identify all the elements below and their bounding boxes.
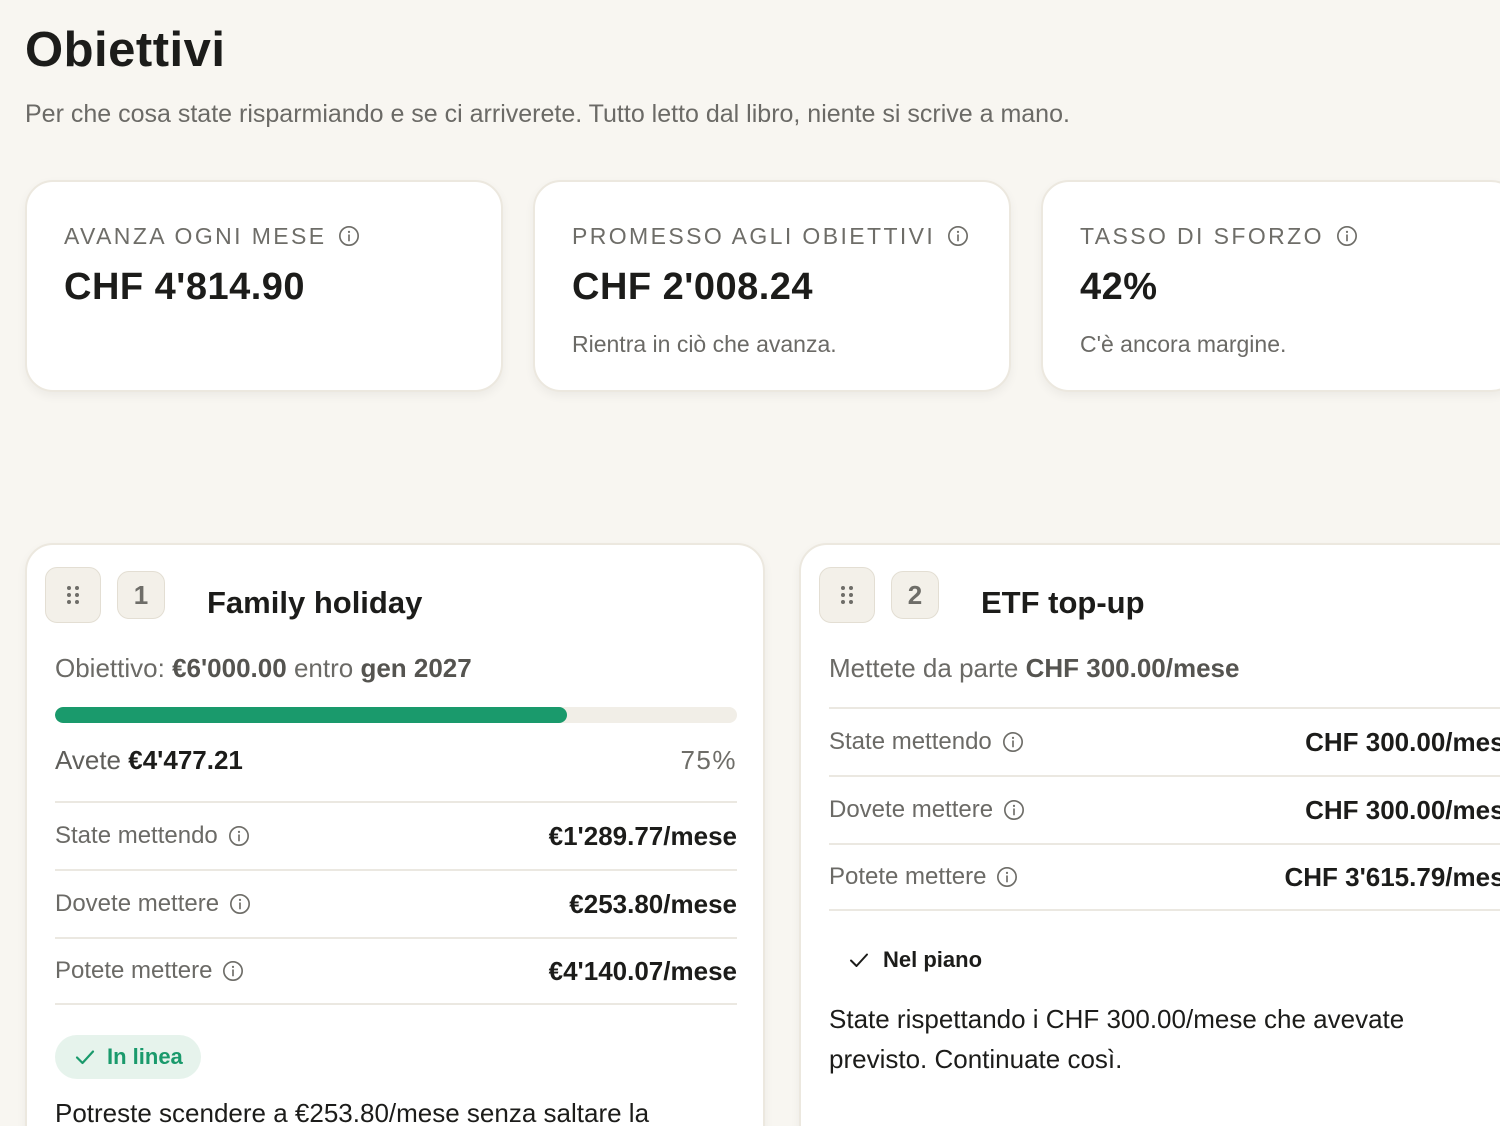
stat-card-effort-rate: TASSO DI SFORZO 42% C'è ancora margine. — [1041, 180, 1500, 392]
goal-message-line: State rispettando i CHF 300.00/mese che … — [829, 1004, 1405, 1034]
goal-name: ETF top-up — [981, 585, 1145, 620]
metric-label: State mettendo — [55, 822, 250, 850]
status-badge: Nel piano — [847, 947, 982, 973]
target-date: gen 2027 — [360, 653, 472, 683]
goal-progress-fill — [55, 707, 567, 723]
metric-row: Potete mettere €4'140.07/mese — [55, 937, 737, 1005]
stat-note: C'è ancora margine. — [1080, 331, 1287, 357]
goals-page: Obiettivi Per che cosa state risparmiand… — [0, 0, 1500, 1126]
info-icon[interactable] — [1003, 799, 1025, 821]
stat-card-committed: PROMESSO AGLI OBIETTIVI CHF 2'008.24 Rie… — [533, 180, 1011, 392]
info-icon[interactable] — [1002, 731, 1024, 753]
goal-target-line: Mettete da parte CHF 300.00/mese — [829, 653, 1239, 684]
check-icon — [850, 953, 868, 967]
info-icon[interactable] — [996, 866, 1018, 888]
goal-message: State rispettando i CHF 300.00/mese che … — [829, 999, 1404, 1079]
metric-label-text: Potete mettere — [55, 957, 213, 984]
goal-message: Potreste scendere a €253.80/mese senza s… — [55, 1098, 650, 1126]
status-badge: In linea — [55, 1035, 201, 1079]
metric-row: Dovete mettere CHF 300.00/mese — [829, 775, 1500, 843]
metric-row: Potete mettere CHF 3'615.79/mese — [829, 843, 1500, 911]
metric-value: €1'289.77/mese — [548, 820, 737, 851]
stat-value: 42% — [1080, 266, 1158, 308]
goal-metrics: State mettendo CHF 300.00/mese Dovete me… — [829, 707, 1500, 911]
stat-label: PROMESSO AGLI OBIETTIVI — [572, 220, 1009, 252]
metric-row: Dovete mettere €253.80/mese — [55, 869, 737, 937]
goal-metrics: State mettendo €1'289.77/mese Dovete met… — [55, 801, 737, 1005]
drag-handle[interactable] — [819, 567, 875, 623]
goal-card-family-holiday: 1 Family holiday Obiettivo: €6'000.00 en… — [25, 543, 765, 1126]
drag-handle[interactable] — [45, 567, 101, 623]
metric-label-text: State mettendo — [829, 728, 992, 755]
metric-label: Dovete mettere — [55, 890, 251, 918]
drag-handle-icon — [841, 586, 853, 604]
goal-have-row: Avete €4'477.21 75% — [55, 745, 737, 776]
info-icon[interactable] — [228, 825, 250, 847]
metric-label: State mettendo — [829, 728, 1024, 756]
stat-value: CHF 4'814.90 — [64, 266, 306, 308]
stat-label-text: PROMESSO AGLI OBIETTIVI — [572, 222, 936, 249]
stat-label: AVANZA OGNI MESE — [64, 220, 501, 252]
info-icon[interactable] — [1336, 225, 1358, 247]
page-subtitle: Per che cosa state risparmiando e se ci … — [25, 100, 1070, 128]
metric-value: CHF 3'615.79/mese — [1284, 861, 1500, 892]
target-mid: entro — [293, 653, 354, 683]
goal-number-badge: 1 — [117, 571, 165, 619]
metric-value: CHF 300.00/mese — [1305, 794, 1500, 825]
have-text: Avete €4'477.21 — [55, 745, 243, 776]
metric-row: State mettendo €1'289.77/mese — [55, 801, 737, 869]
metric-label: Dovete mettere — [829, 796, 1025, 824]
info-icon[interactable] — [222, 960, 244, 982]
info-icon[interactable] — [229, 893, 251, 915]
page-title: Obiettivi — [25, 23, 226, 77]
metric-value: €4'140.07/mese — [548, 955, 737, 986]
status-text: Nel piano — [883, 947, 983, 972]
target-prefix: Mettete da parte — [829, 653, 1019, 683]
metric-label-text: Dovete mettere — [829, 796, 994, 823]
goal-number-badge: 2 — [891, 571, 939, 619]
metric-row: State mettendo CHF 300.00/mese — [829, 707, 1500, 775]
stat-label: TASSO DI SFORZO — [1080, 220, 1500, 252]
stat-note: Rientra in ciò che avanza. — [572, 331, 837, 357]
metric-value: €253.80/mese — [569, 888, 737, 919]
target-amount: €6'000.00 — [172, 653, 287, 683]
goal-message-line: previsto. Continuate così. — [829, 1044, 1123, 1074]
goal-target-line: Obiettivo: €6'000.00 entro gen 2027 — [55, 653, 472, 684]
stat-value: CHF 2'008.24 — [572, 266, 814, 308]
stat-label-text: AVANZA OGNI MESE — [64, 222, 327, 249]
info-icon[interactable] — [947, 225, 969, 247]
metric-value: CHF 300.00/mese — [1305, 726, 1500, 757]
status-text: In linea — [107, 1044, 183, 1069]
metric-label-text: State mettendo — [55, 822, 218, 849]
have-prefix: Avete — [55, 745, 122, 775]
check-icon — [75, 1050, 95, 1065]
goal-progress-bar — [55, 707, 737, 723]
stat-card-monthly-surplus: AVANZA OGNI MESE CHF 4'814.90 — [25, 180, 503, 392]
stat-label-text: TASSO DI SFORZO — [1080, 222, 1324, 249]
goal-card-etf-top-up: 2 ETF top-up Mettete da parte CHF 300.00… — [799, 543, 1500, 1126]
have-amount: €4'477.21 — [128, 745, 243, 775]
target-prefix: Obiettivo: — [55, 653, 165, 683]
info-icon[interactable] — [338, 225, 360, 247]
progress-percent: 75% — [680, 745, 737, 775]
metric-label: Potete mettere — [55, 957, 244, 985]
metric-label-text: Potete mettere — [829, 863, 987, 890]
target-amount: CHF 300.00/mese — [1025, 653, 1240, 683]
metric-label-text: Dovete mettere — [55, 890, 220, 917]
goal-name: Family holiday — [207, 585, 423, 620]
drag-handle-icon — [67, 586, 79, 604]
metric-label: Potete mettere — [829, 863, 1018, 891]
